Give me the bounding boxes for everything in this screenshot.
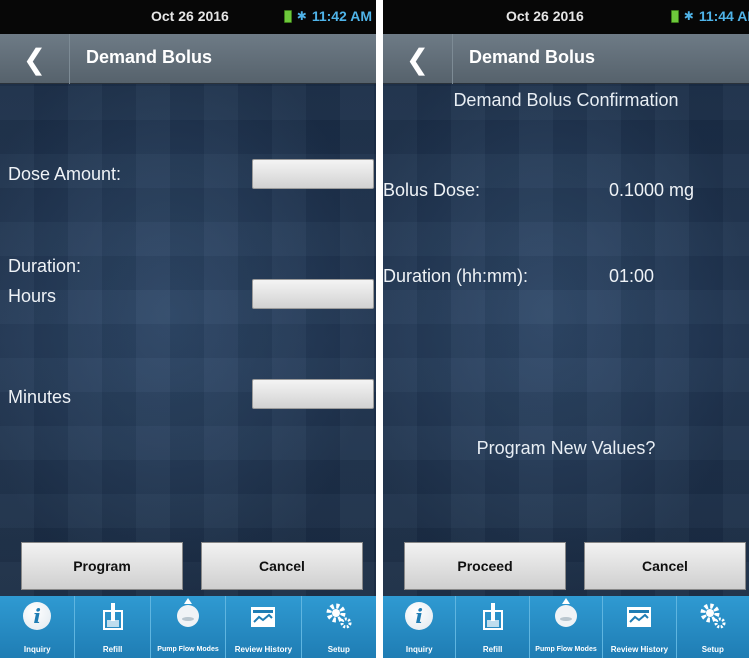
nav-review-history[interactable]: Review History	[226, 596, 302, 658]
nav-review-history[interactable]: Review History	[603, 596, 677, 658]
status-right: ✱ 11:42 AM	[283, 8, 372, 24]
bluetooth-icon: ✱	[296, 9, 307, 23]
duration-label: Duration:	[8, 256, 82, 276]
proceed-button[interactable]: Proceed	[404, 542, 566, 590]
duration-label: Duration (hh:mm):	[383, 266, 529, 286]
confirmation-heading: Demand Bolus Confirmation	[453, 90, 679, 110]
nav-setup[interactable]: Setup	[677, 596, 749, 658]
header: ❮ Demand Bolus	[383, 34, 749, 84]
pump-icon	[177, 598, 200, 627]
status-right: ✱ 11:44 AM	[670, 8, 749, 24]
chevron-left-icon: ❮	[22, 43, 47, 75]
right-screen: Oct 26 2016 ✱ 11:44 AM ❮ Demand Bolus De…	[383, 0, 749, 658]
nav-setup[interactable]: Setup	[302, 596, 376, 658]
status-bar: Oct 26 2016 ✱ 11:42 AM	[0, 0, 376, 34]
status-time: 11:44 AM	[698, 8, 749, 24]
cancel-button[interactable]: Cancel	[201, 542, 363, 590]
bottom-nav: i Inquiry Refill Pump Flow Modes Review …	[0, 596, 376, 658]
chevron-left-icon: ❮	[405, 43, 430, 75]
hours-input[interactable]	[252, 279, 374, 309]
info-icon: i	[405, 602, 434, 630]
nav-label: Review History	[610, 645, 669, 654]
history-icon	[251, 607, 276, 627]
nav-label: Setup	[701, 645, 724, 654]
nav-refill[interactable]: Refill	[75, 596, 151, 658]
nav-inquiry[interactable]: i Inquiry	[383, 596, 457, 658]
nav-pump-flow-modes[interactable]: Pump Flow Modes	[530, 596, 604, 658]
left-screen: Oct 26 2016 ✱ 11:42 AM ❮ Demand Bolus Do…	[0, 0, 376, 658]
header: ❮ Demand Bolus	[0, 34, 376, 84]
cancel-button[interactable]: Cancel	[584, 542, 746, 590]
bolus-dose-label: Bolus Dose:	[383, 180, 481, 200]
duration-value: 01:00	[609, 266, 655, 286]
dose-amount-input[interactable]	[252, 159, 374, 189]
content-area: Demand Bolus Confirmation Bolus Dose: 0.…	[383, 84, 749, 596]
nav-label: Refill	[482, 645, 503, 654]
page-title: Demand Bolus	[469, 47, 596, 67]
nav-label: Inquiry	[405, 645, 433, 654]
page-title: Demand Bolus	[86, 47, 213, 67]
nav-refill[interactable]: Refill	[456, 596, 530, 658]
dose-amount-label: Dose Amount:	[8, 164, 122, 184]
nav-label: Inquiry	[23, 645, 51, 654]
nav-pump-flow-modes[interactable]: Pump Flow Modes	[151, 596, 227, 658]
pump-icon	[555, 598, 578, 627]
back-button[interactable]: ❮	[0, 34, 70, 84]
bluetooth-icon: ✱	[683, 9, 694, 23]
nav-label: Setup	[327, 645, 350, 654]
battery-icon	[670, 9, 679, 23]
back-button[interactable]: ❮	[383, 34, 453, 84]
minutes-input[interactable]	[252, 379, 374, 409]
nav-label: Review History	[234, 645, 293, 654]
minutes-label: Minutes	[8, 387, 72, 407]
info-icon: i	[23, 602, 52, 630]
bolus-dose-value: 0.1000 mg	[609, 180, 695, 200]
program-button[interactable]: Program	[21, 542, 183, 590]
nav-label: Pump Flow Modes	[157, 646, 219, 653]
nav-label: Pump Flow Modes	[535, 646, 597, 653]
nav-inquiry[interactable]: i Inquiry	[0, 596, 76, 658]
gear-icon	[326, 603, 352, 629]
refill-icon	[102, 603, 123, 630]
status-date: Oct 26 2016	[506, 8, 584, 24]
content-area: Dose Amount: Duration: Hours Minutes Pro…	[0, 84, 376, 596]
gear-icon	[700, 603, 726, 629]
bottom-nav: i Inquiry Refill Pump Flow Modes Review …	[383, 596, 749, 658]
program-question: Program New Values?	[476, 438, 656, 458]
hours-label: Hours	[8, 286, 57, 306]
refill-icon	[482, 603, 503, 630]
status-date: Oct 26 2016	[151, 8, 229, 24]
battery-icon	[283, 9, 292, 23]
history-icon	[627, 607, 652, 627]
nav-label: Refill	[102, 645, 123, 654]
status-bar: Oct 26 2016 ✱ 11:44 AM	[383, 0, 749, 34]
status-time: 11:42 AM	[311, 8, 372, 24]
